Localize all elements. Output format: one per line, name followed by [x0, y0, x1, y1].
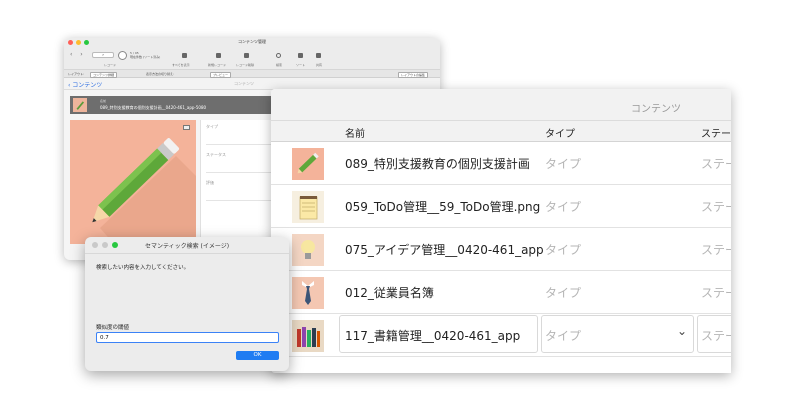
row-name: 059_ToDo管理__59_ToDo管理.png — [345, 200, 541, 214]
column-header-name[interactable]: 名前 — [345, 125, 365, 140]
pencil-icon — [73, 98, 87, 112]
table-row[interactable]: 089_特別支援教育の個別支援計画 タイプ ステー — [271, 142, 731, 185]
threshold-input[interactable] — [96, 332, 279, 343]
chevron-down-icon[interactable]: ⌄ — [677, 324, 687, 338]
row-type[interactable]: タイプ — [545, 155, 581, 172]
record-count: 5 / 95 現在件数 (ソート済み) — [130, 51, 160, 59]
selected-record-name: 089_特別支援教育の個別支援計画__0420-461_app-5080 — [100, 105, 207, 110]
pencil-icon — [292, 148, 324, 180]
field-type-label: タイプ — [206, 124, 218, 129]
column-headers: 名前 タイプ ステータ — [271, 121, 731, 142]
view-as-label: 表示方法の切り替え: — [146, 72, 175, 76]
record-nav-arrows[interactable]: ‹ › — [70, 51, 86, 58]
field-status-label: ステータス — [206, 152, 226, 157]
toolbar-label-records: レコード — [104, 63, 117, 67]
show-all-icon[interactable] — [182, 53, 187, 58]
image-insert-icon[interactable] — [183, 125, 190, 130]
row-name: 089_特別支援教育の個別支援計画 — [345, 157, 530, 171]
table-row[interactable]: 012_従業員名簿 タイプ ステー — [271, 271, 731, 314]
share-icon[interactable] — [316, 53, 321, 58]
lightbulb-icon — [292, 234, 324, 266]
row-status[interactable]: ステー — [701, 198, 731, 215]
new-record-icon[interactable] — [216, 53, 221, 58]
toolbar-label-show-all: すべてを表示 — [172, 63, 190, 67]
column-header-type[interactable]: タイプ — [545, 125, 575, 140]
layout-label: レイアウト: — [68, 72, 85, 76]
threshold-label: 類似度の閾値 — [96, 325, 130, 331]
row-name: 012_従業員名簿 — [345, 286, 434, 300]
toolbar-label-new-record: 新規レコード — [208, 63, 227, 67]
field-type-input[interactable] — [206, 144, 272, 145]
sort-icon[interactable] — [298, 53, 303, 58]
record-count-sub: 現在件数 (ソート済み) — [130, 55, 161, 59]
selected-record-bar[interactable]: 名前 089_特別支援教育の個別支援計画__0420-461_app-5080 — [70, 96, 280, 114]
table-row[interactable]: 075_アイデア管理__0420-461_app タイプ ステー — [271, 228, 731, 271]
back-window-title: コンテンツ管理 — [238, 39, 266, 44]
contents-list-window: コンテンツ 名前 タイプ ステータ 089_特別支援教育の個別支援計画 タイプ … — [271, 89, 731, 373]
row-status[interactable]: ステー — [701, 155, 731, 172]
detail-header-title: コンテンツ — [234, 81, 254, 86]
layout-bar: レイアウト: コンテンツ詳細 表示方法の切り替え: プレビュー レイアウトの編集 — [64, 70, 440, 78]
row-type[interactable]: タイプ — [545, 198, 581, 215]
necktie-icon — [292, 277, 324, 309]
dialog-title: セマンティック検索 (イメージ) — [144, 243, 230, 250]
dialog-prompt: 検索したい内容を入力してください。 — [96, 265, 190, 271]
record-number-field[interactable]: 7 — [92, 52, 114, 58]
toolbar-label-share: 共有 — [316, 63, 323, 67]
row-name: 075_アイデア管理__0420-461_app — [345, 243, 544, 257]
back-window-titlebar: コンテンツ管理 — [64, 38, 440, 48]
toolbar-label-sort: ソート — [296, 63, 306, 67]
row-type[interactable]: タイプ — [545, 284, 581, 301]
list-header: コンテンツ — [271, 89, 731, 121]
content-image[interactable] — [70, 120, 196, 244]
row-name: 117_書籍管理__0420-461_app — [345, 329, 521, 343]
back-to-contents-link[interactable]: ‹ コンテンツ — [68, 80, 102, 89]
table-row[interactable]: 059_ToDo管理__59_ToDo管理.png タイプ ステー — [271, 185, 731, 228]
selected-record-label: 名前 — [100, 99, 107, 103]
field-rating-input[interactable] — [206, 200, 272, 201]
delete-record-icon[interactable] — [244, 53, 249, 58]
detail-fields: タイプ ステータス 評価 — [200, 120, 272, 248]
semantic-search-dialog: セマンティック検索 (イメージ) 検索したい内容を入力してください。 類似度の閾… — [85, 237, 289, 371]
toolbar-label-find: 検索 — [276, 63, 283, 67]
notepad-icon — [292, 191, 324, 223]
row-status[interactable]: ステー — [701, 327, 731, 344]
books-icon — [292, 320, 324, 352]
toolbar-label-delete-record: レコード削除 — [236, 63, 255, 67]
field-rating-label: 評価 — [206, 180, 214, 185]
list-title: コンテンツ — [631, 104, 681, 115]
dialog-titlebar: セマンティック検索 (イメージ) — [85, 237, 289, 254]
back-window-toolbar: ‹ › 7 5 / 95 現在件数 (ソート済み) レコード すべてを表示 新規… — [64, 48, 440, 70]
search-icon[interactable] — [276, 53, 281, 58]
row-type[interactable]: タイプ — [545, 241, 581, 258]
row-status[interactable]: ステー — [701, 284, 731, 301]
ok-button[interactable]: OK — [236, 351, 279, 360]
row-status[interactable]: ステー — [701, 241, 731, 258]
record-slider-dial[interactable] — [118, 51, 127, 60]
field-status-input[interactable] — [206, 172, 272, 173]
row-type[interactable]: タイプ — [545, 327, 581, 344]
table-row[interactable]: 117_書籍管理__0420-461_app タイプ ⌄ ステー — [271, 314, 731, 357]
column-header-status[interactable]: ステータ — [701, 125, 731, 140]
